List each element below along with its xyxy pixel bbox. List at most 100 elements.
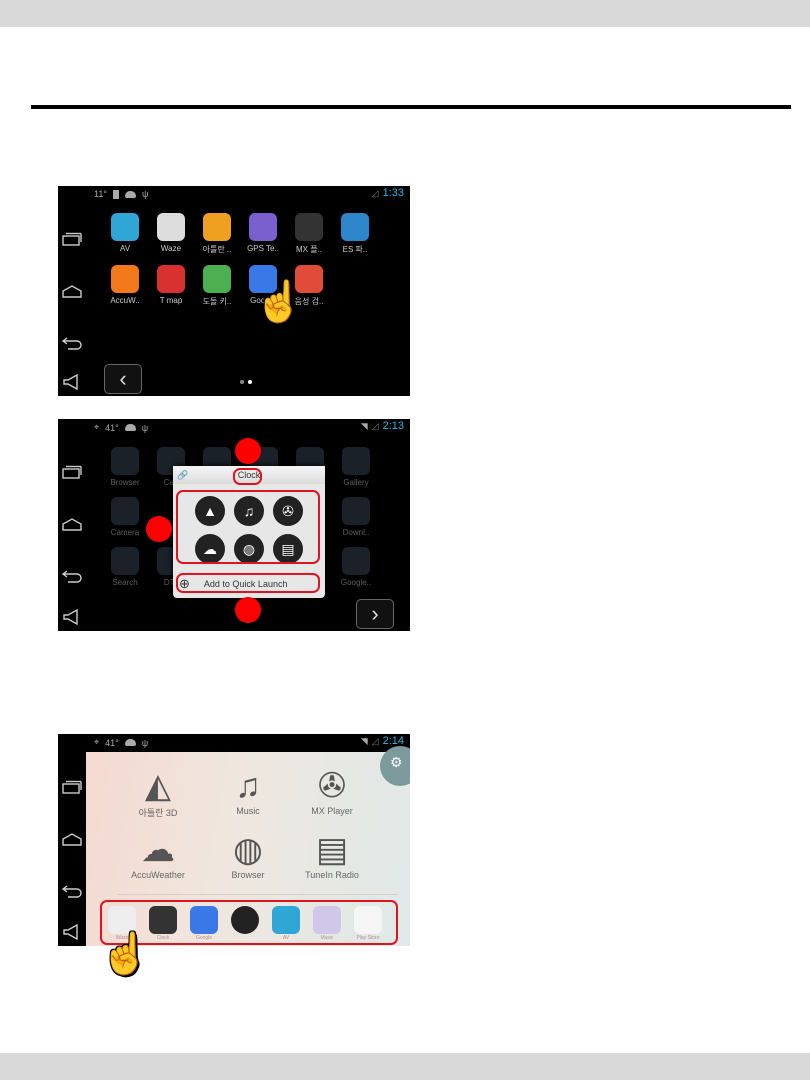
- background-app[interactable]: Google..: [333, 547, 379, 587]
- background-app[interactable]: Downl..: [333, 497, 379, 537]
- annotation-add-box: [176, 573, 320, 593]
- volume-icon[interactable]: [62, 608, 84, 627]
- nav-bar: [58, 419, 86, 631]
- av-icon: [111, 213, 139, 241]
- app-label: AV: [119, 244, 131, 253]
- page-dot[interactable]: [240, 380, 244, 384]
- signal-icon: ◿: [371, 187, 379, 198]
- screenshot-app-drawer: 11° ψ ◿ 1:33 AV Waze 아틀란 .. GPS Te.. MX 플.. E…: [58, 186, 410, 396]
- sd-card-icon: [112, 189, 119, 199]
- gps-icon: ⌖: [94, 737, 100, 747]
- quick-launch-item[interactable]: ◭ 아틀란 3D: [118, 766, 198, 819]
- back-page-button[interactable]: ‹: [104, 364, 142, 394]
- app-label: ES 파..: [342, 245, 368, 254]
- mx-player-icon: [295, 213, 323, 241]
- app-icon: [111, 497, 139, 525]
- atlan-icon: [203, 213, 231, 241]
- app-es-file[interactable]: ES 파..: [332, 213, 378, 255]
- home-icon[interactable]: [62, 284, 84, 302]
- annotation-marker: [235, 438, 261, 464]
- app-gps-test[interactable]: GPS Te..: [240, 213, 286, 253]
- page-indicator: [240, 380, 252, 384]
- wifi-icon: ◥: [360, 420, 368, 431]
- radio-icon: ▤: [315, 831, 349, 869]
- app-label: T map: [159, 296, 183, 305]
- quick-launch-label: Browser: [231, 870, 265, 880]
- section-rule: [31, 105, 791, 109]
- quick-launch-item[interactable]: ▤ TuneIn Radio: [292, 830, 372, 880]
- app-av[interactable]: AV: [102, 213, 148, 253]
- tmap-icon: [157, 265, 185, 293]
- next-page-button[interactable]: ›: [356, 599, 394, 629]
- header-band: [0, 0, 810, 27]
- recent-apps-icon[interactable]: [62, 465, 84, 483]
- app-icon: [342, 547, 370, 575]
- quick-launch-item[interactable]: ◍ Browser: [208, 830, 288, 880]
- recent-apps-icon[interactable]: [62, 232, 84, 250]
- es-file-icon: [341, 213, 369, 241]
- music-icon: ♫: [235, 767, 261, 805]
- volume-icon[interactable]: [62, 373, 84, 392]
- quick-launch-label: MX Player: [311, 806, 353, 816]
- footer-band: [0, 1053, 810, 1080]
- background-app[interactable]: Camera: [102, 497, 148, 537]
- app-label: Google..: [340, 578, 372, 587]
- app-mx-player[interactable]: MX 플..: [286, 213, 332, 255]
- back-icon[interactable]: [61, 569, 84, 587]
- gear-icon: ⚙: [390, 754, 403, 770]
- status-time: 1:33: [382, 187, 404, 199]
- quick-launch-item[interactable]: ☁ AccuWeather: [118, 830, 198, 880]
- accuweather-icon: [111, 265, 139, 293]
- app-tmap[interactable]: T map: [148, 265, 194, 305]
- app-label: 도돌 키..: [202, 297, 232, 306]
- app-accuweather[interactable]: AccuW..: [102, 265, 148, 305]
- quick-launch-item[interactable]: ✇ MX Player: [292, 766, 372, 816]
- annotation-marker: [146, 516, 172, 542]
- back-icon[interactable]: [61, 336, 84, 354]
- nav-bar: [58, 186, 86, 396]
- gps-test-icon: [249, 213, 277, 241]
- screenshot-quick-launch: ⌖ 41° ψ ◥ ◿ 2:14 ⚙ ◭ 아틀란 3D ♫ Music ✇ MX Play…: [58, 734, 410, 946]
- status-bar: ⌖ 41° ψ ◥ ◿ 2:13: [86, 419, 410, 437]
- quick-launch-label: TuneIn Radio: [305, 870, 359, 880]
- gps-icon: ⌖: [94, 422, 100, 432]
- pointer-hand-icon: ☝: [100, 932, 150, 976]
- status-bar: ⌖ 41° ψ ◥ ◿ 2:14: [86, 734, 410, 752]
- link-icon[interactable]: 🔗: [177, 470, 188, 481]
- usb-icon: ψ: [141, 422, 149, 433]
- signal-icon: ◿: [371, 420, 379, 431]
- app-label: Browser: [110, 478, 140, 487]
- pointer-hand-icon: ☝: [254, 280, 304, 324]
- app-waze[interactable]: Waze: [148, 213, 194, 253]
- background-app[interactable]: Browser: [102, 447, 148, 487]
- temperature-text: 41°: [105, 737, 119, 748]
- back-icon[interactable]: [61, 884, 84, 902]
- volume-icon[interactable]: [62, 923, 84, 942]
- waze-icon: [157, 213, 185, 241]
- app-label: Downl..: [342, 528, 370, 537]
- app-dodol-keyboard[interactable]: 도돌 키..: [194, 265, 240, 307]
- app-label: Waze: [160, 244, 182, 253]
- background-app[interactable]: Search: [102, 547, 148, 587]
- home-icon[interactable]: [62, 517, 84, 535]
- app-atlan[interactable]: 아틀란 ..: [194, 213, 240, 255]
- page-dot-active[interactable]: [248, 380, 252, 384]
- quick-launch-label: AccuWeather: [131, 870, 185, 880]
- app-icon: [111, 447, 139, 475]
- home-icon[interactable]: [62, 832, 84, 850]
- app-label: Camera: [110, 528, 140, 537]
- status-bar: 11° ψ ◿ 1:33: [86, 186, 410, 204]
- annotation-title-box: [233, 468, 262, 485]
- weather-icon: ☁: [141, 831, 175, 869]
- background-app[interactable]: Gallery: [333, 447, 379, 487]
- android-icon: [124, 739, 136, 746]
- app-icon: [111, 547, 139, 575]
- recent-apps-icon[interactable]: [62, 780, 84, 798]
- quick-launch-item[interactable]: ♫ Music: [208, 766, 288, 816]
- screenshot-edit-dialog: ⌖ 41° ψ ◥ ◿ 2:13 BrowserCa....ailGallery…: [58, 419, 410, 631]
- nav-bar: [58, 734, 86, 946]
- app-label: GPS Te..: [247, 244, 279, 253]
- app-icon: [342, 447, 370, 475]
- wifi-icon: ◥: [360, 735, 368, 746]
- android-icon: [124, 424, 136, 431]
